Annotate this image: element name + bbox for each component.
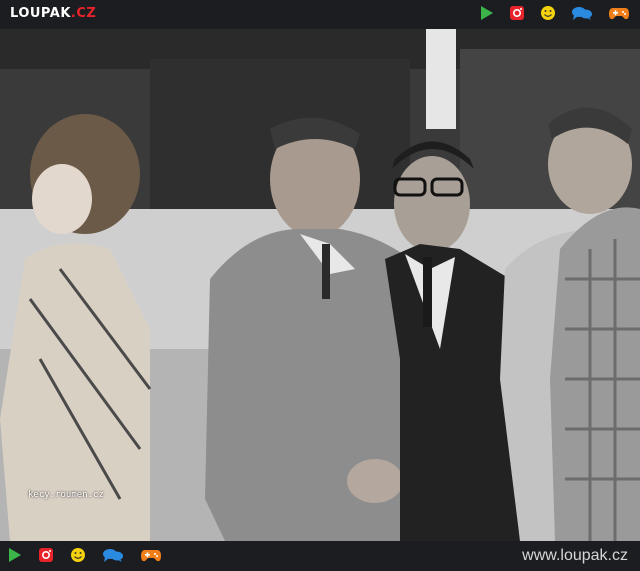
group-photo-image bbox=[0, 29, 640, 541]
bottom-icon-row bbox=[8, 547, 162, 567]
top-icon-row bbox=[480, 5, 630, 21]
play-icon[interactable] bbox=[8, 547, 22, 567]
photo-watermark: kecy.roumen.cz bbox=[28, 490, 104, 500]
site-url[interactable]: www.loupak.cz bbox=[522, 547, 628, 565]
gamepad-icon[interactable] bbox=[608, 5, 630, 21]
chat-icon[interactable] bbox=[102, 547, 124, 567]
logo-main: LOUPAK bbox=[10, 6, 71, 21]
main-photo: kecy.roumen.cz bbox=[0, 29, 640, 541]
logo-suffix: .CZ bbox=[70, 6, 97, 21]
top-bar: LOUPAK.CZ bbox=[0, 0, 640, 29]
play-icon[interactable] bbox=[480, 5, 494, 21]
site-logo[interactable]: LOUPAK.CZ bbox=[10, 6, 96, 21]
chat-icon[interactable] bbox=[571, 5, 593, 21]
smiley-icon[interactable] bbox=[70, 547, 86, 567]
bottom-bar: www.loupak.cz bbox=[0, 541, 640, 571]
gamepad-icon[interactable] bbox=[140, 547, 162, 567]
instagram-icon[interactable] bbox=[509, 5, 525, 21]
instagram-icon[interactable] bbox=[38, 547, 54, 567]
smiley-icon[interactable] bbox=[540, 5, 556, 21]
